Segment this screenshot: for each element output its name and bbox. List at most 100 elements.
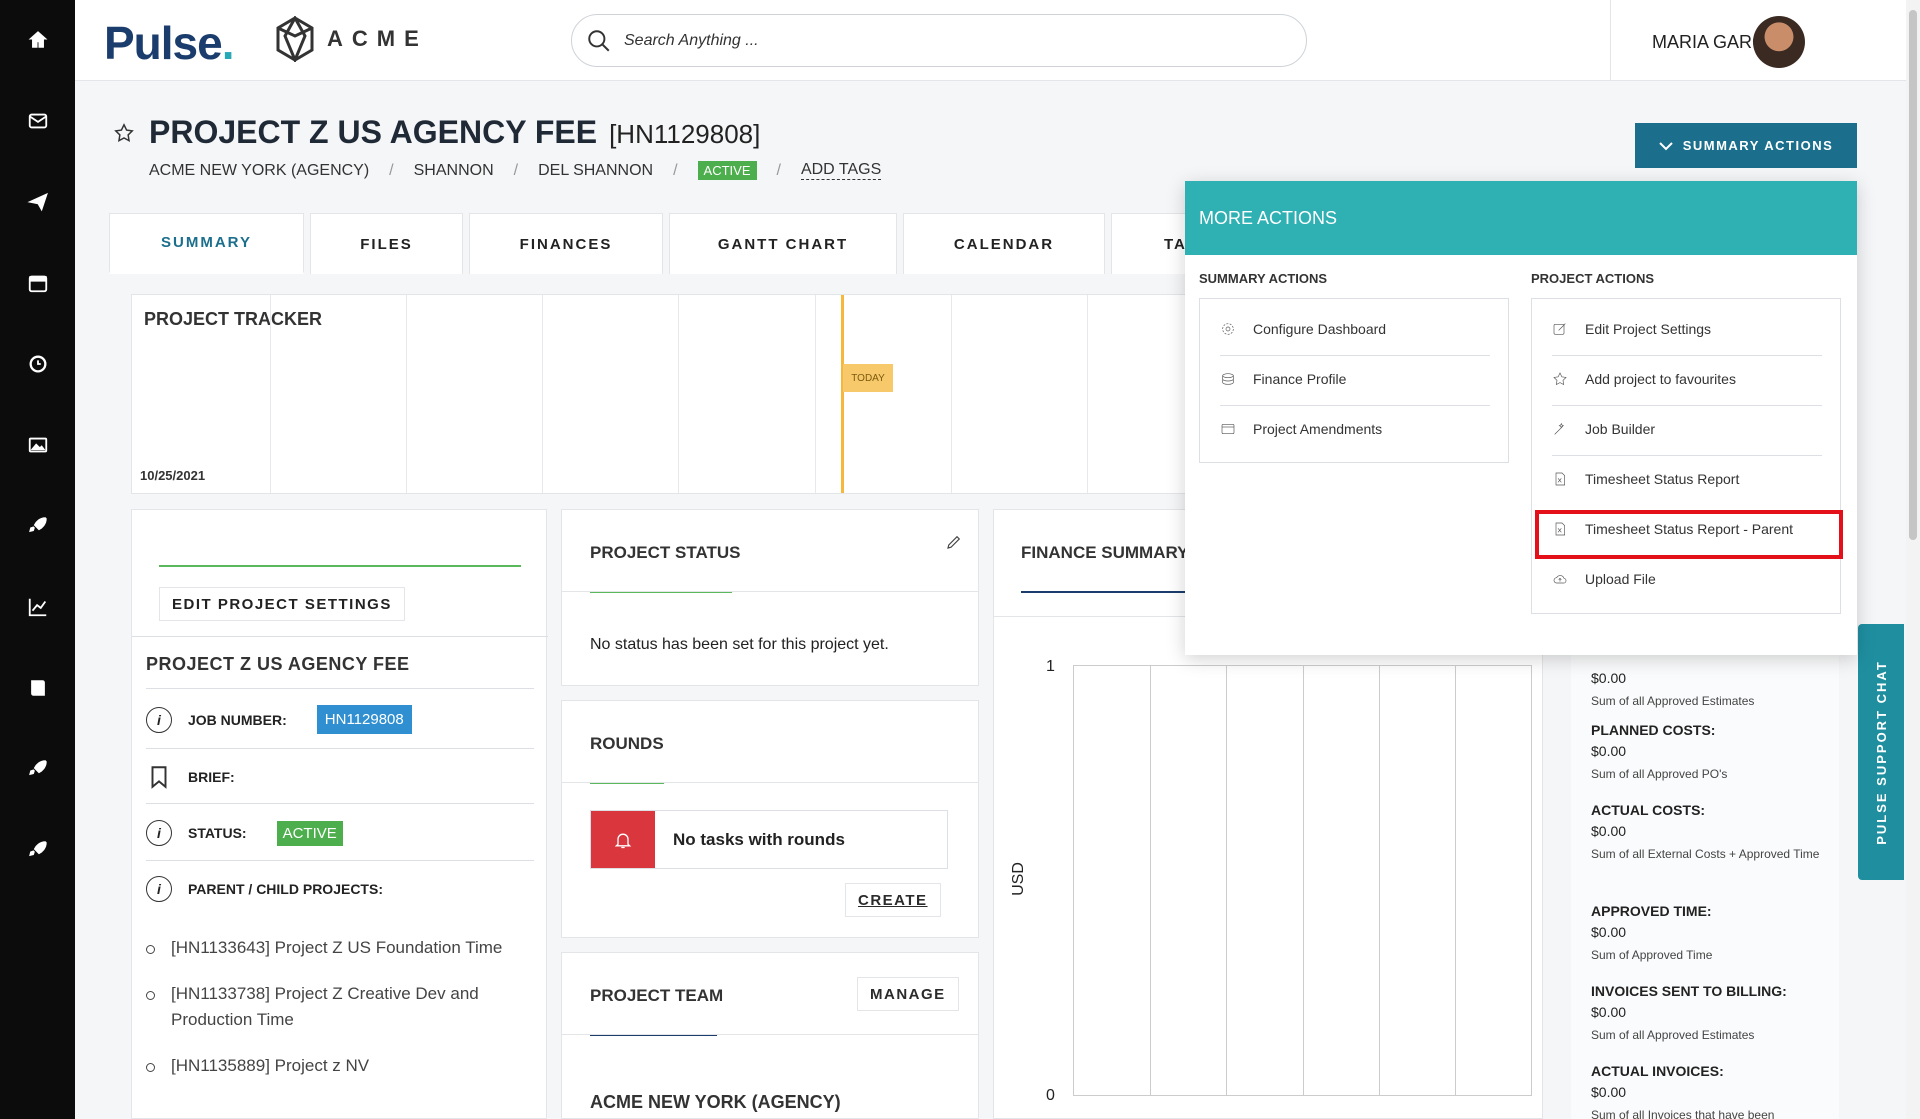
clock-icon[interactable] <box>0 344 75 384</box>
breadcrumb-agency[interactable]: ACME NEW YORK (AGENCY) <box>149 162 369 180</box>
folder-icon <box>1221 424 1235 434</box>
chart-gridline <box>1150 666 1151 1095</box>
team-agency-name: ACME NEW YORK (AGENCY) <box>590 1092 841 1112</box>
finance-metric: ACTUAL INVOICES: $0.00 Sum of all Invoic… <box>1591 1063 1774 1119</box>
mail-icon[interactable] <box>0 101 75 141</box>
search-input[interactable] <box>624 31 1264 50</box>
divider <box>132 636 548 637</box>
more-actions-dropdown: MORE ACTIONS SUMMARY ACTIONS PROJECT ACT… <box>1185 181 1857 655</box>
divider <box>1552 405 1822 406</box>
divider <box>562 782 978 783</box>
no-rounds-alert: No tasks with rounds <box>590 810 948 869</box>
rocket-icon[interactable] <box>0 506 75 546</box>
rocket-icon[interactable] <box>0 749 75 789</box>
tab-finances[interactable]: FINANCES <box>469 213 663 274</box>
acme-logo: ACME <box>275 16 428 62</box>
search-bar[interactable] <box>571 14 1307 67</box>
highlight-box <box>1535 510 1843 559</box>
breadcrumb-owner[interactable]: DEL SHANNON <box>538 162 653 180</box>
add-to-favourites-item[interactable]: Add project to favourites <box>1552 371 1736 387</box>
metric-note: Sum of all External Costs + Approved Tim… <box>1591 847 1820 861</box>
metric-value: $0.00 <box>1591 743 1627 759</box>
scrollbar[interactable] <box>1906 0 1920 1119</box>
tracker-gridline <box>406 295 407 493</box>
tracker-gridline <box>1087 295 1088 493</box>
sidebar <box>0 0 75 1119</box>
tracker-gridline <box>270 295 271 493</box>
search-icon <box>588 29 610 51</box>
summary-actions-label: SUMMARY ACTIONS <box>1682 138 1834 153</box>
project-amendments-item[interactable]: Project Amendments <box>1220 421 1382 437</box>
info-icon: i <box>146 706 172 733</box>
metric-value: $0.00 <box>1591 924 1627 940</box>
finance-metric: ACTUAL COSTS: $0.00 Sum of all External … <box>1591 802 1831 864</box>
menu-item-label: Job Builder <box>1585 421 1656 437</box>
tracker-gridline <box>815 295 816 493</box>
support-chat-tab[interactable]: PULSE SUPPORT CHAT <box>1858 624 1904 880</box>
child-project-link[interactable]: [HN1135889] Project z NV <box>146 1053 526 1079</box>
rocket-icon[interactable] <box>0 830 75 870</box>
chart-gridline <box>1226 666 1227 1095</box>
finance-summary-title: FINANCE SUMMARY <box>1021 543 1189 562</box>
tab-files[interactable]: FILES <box>310 213 463 274</box>
divider <box>562 1034 978 1035</box>
tab-summary[interactable]: SUMMARY <box>109 213 304 274</box>
job-number-row: i JOB NUMBER: HN1129808 <box>146 705 412 734</box>
edit-project-settings-item[interactable]: Edit Project Settings <box>1552 321 1711 337</box>
favourite-star-icon[interactable] <box>113 122 135 149</box>
create-round-button[interactable]: CREATE <box>845 883 941 917</box>
child-project-link[interactable]: [HN1133738] Project Z Creative Dev and P… <box>146 981 526 1033</box>
coins-icon <box>1222 373 1234 385</box>
bookmark-icon <box>151 766 167 789</box>
home-icon[interactable] <box>0 20 75 60</box>
metric-value: $0.00 <box>1591 670 1627 686</box>
send-icon[interactable] <box>0 182 75 222</box>
breadcrumb-client[interactable]: SHANNON <box>414 162 494 180</box>
star-icon <box>1553 372 1567 386</box>
metric-value: $0.00 <box>1591 823 1627 839</box>
summary-actions-list: Configure Dashboard Finance Profile Proj… <box>1199 298 1509 463</box>
parent-child-row: i PARENT / CHILD PROJECTS: <box>146 876 383 902</box>
configure-dashboard-item[interactable]: Configure Dashboard <box>1220 321 1386 337</box>
finance-profile-item[interactable]: Finance Profile <box>1220 371 1346 387</box>
finance-chart-plot <box>1073 665 1532 1096</box>
pencil-icon[interactable] <box>945 533 963 551</box>
divider <box>1552 355 1822 356</box>
metric-note: Sum of all Approved Estimates <box>1591 694 1755 708</box>
chart-gridline <box>1379 666 1380 1095</box>
menu-item-label: Add project to favourites <box>1585 371 1736 387</box>
summary-actions-button[interactable]: SUMMARY ACTIONS <box>1635 123 1857 168</box>
scrollbar-thumb[interactable] <box>1909 10 1917 540</box>
tab-bar: SUMMARY FILES FINANCES GANTT CHART CALEN… <box>109 213 1237 274</box>
timesheet-status-report-item[interactable]: Timesheet Status Report <box>1552 471 1739 487</box>
breadcrumb-separator: / <box>673 161 678 179</box>
chart-gridline <box>1303 666 1304 1095</box>
upload-file-item[interactable]: Upload File <box>1552 571 1656 587</box>
tracker-gridline <box>951 295 952 493</box>
child-project-link[interactable]: [HN1133643] Project Z US Foundation Time <box>146 935 526 961</box>
tab-calendar[interactable]: CALENDAR <box>903 213 1105 274</box>
breadcrumb-separator: / <box>389 161 394 179</box>
edit-project-settings-button[interactable]: EDIT PROJECT SETTINGS <box>159 587 405 621</box>
y-tick-min: 0 <box>1046 1087 1055 1104</box>
metric-note: Sum of Approved Time <box>1591 948 1713 962</box>
project-team-panel: PROJECT TEAM MANAGE ACME NEW YORK (AGENC… <box>561 952 979 1119</box>
tracker-gridline <box>542 295 543 493</box>
today-marker: TODAY <box>843 364 893 392</box>
add-tags-link[interactable]: ADD TAGS <box>800 161 882 180</box>
metric-label: ACTUAL INVOICES: <box>1591 1063 1724 1079</box>
metric-label: PLANNED COSTS: <box>1591 722 1716 738</box>
pulse-logo[interactable]: Pulse. <box>104 16 234 70</box>
image-icon[interactable] <box>0 425 75 465</box>
chart-icon[interactable] <box>0 587 75 627</box>
bell-icon <box>591 811 655 868</box>
y-tick-max: 1 <box>1046 658 1055 675</box>
tab-gantt-chart[interactable]: GANTT CHART <box>669 213 897 274</box>
avatar[interactable] <box>1753 16 1805 68</box>
manage-team-button[interactable]: MANAGE <box>857 977 959 1011</box>
book-icon[interactable] <box>0 668 75 708</box>
summary-actions-heading: SUMMARY ACTIONS <box>1199 271 1328 286</box>
job-builder-item[interactable]: Job Builder <box>1552 421 1655 437</box>
calendar-icon[interactable] <box>0 263 75 303</box>
metric-note: Sum of all Approved Estimates <box>1591 1028 1755 1042</box>
